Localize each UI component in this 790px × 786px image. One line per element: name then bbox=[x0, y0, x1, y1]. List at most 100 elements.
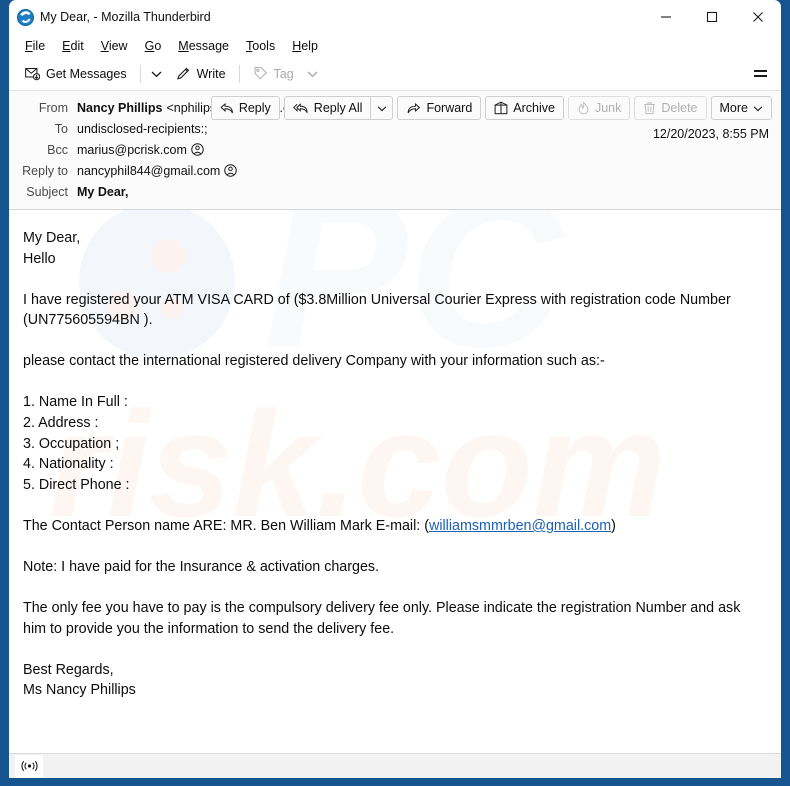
greeting-block: My Dear, Hello bbox=[23, 228, 767, 269]
get-messages-label: Get Messages bbox=[46, 66, 127, 81]
contact-circle-icon[interactable] bbox=[224, 164, 238, 177]
contact-prefix: The Contact Person name ARE: MR. Ben Wil… bbox=[23, 517, 429, 534]
note-line: Note: I have paid for the Insurance & ac… bbox=[23, 559, 380, 576]
signoff-line-1: Best Regards, bbox=[23, 661, 114, 678]
message-date: 12/20/2023, 8:55 PM bbox=[652, 127, 769, 141]
archive-label: Archive bbox=[513, 101, 555, 115]
write-label: Write bbox=[196, 66, 226, 81]
reply-icon bbox=[220, 102, 233, 113]
list-item: 5. Direct Phone : bbox=[23, 476, 130, 493]
signoff-block: Best Regards, Ms Nancy Phillips bbox=[23, 660, 767, 701]
close-icon bbox=[753, 12, 763, 22]
tag-label: Tag bbox=[273, 66, 294, 81]
tag-dropdown-button[interactable] bbox=[302, 61, 324, 86]
menu-bar: File Edit View Go Message Tools Help bbox=[9, 34, 781, 57]
header-label-to: To bbox=[54, 121, 68, 136]
forward-button[interactable]: Forward bbox=[397, 96, 482, 120]
main-toolbar: Get Messages Write Tag bbox=[9, 57, 781, 90]
menu-item-message[interactable]: Message bbox=[170, 36, 237, 56]
paragraph-1: I have registered your ATM VISA CARD of … bbox=[23, 291, 731, 329]
junk-flame-icon bbox=[578, 101, 589, 115]
message-header: From Nancy Phillips <nphilips764@gmail.c… bbox=[9, 90, 781, 210]
reply-all-button[interactable]: Reply All bbox=[283, 96, 372, 120]
menu-item-go[interactable]: Go bbox=[137, 36, 170, 56]
reply-all-dropdown-button[interactable] bbox=[371, 96, 394, 120]
toolbar-separator-1 bbox=[139, 64, 141, 83]
status-bar-fill bbox=[43, 754, 781, 778]
header-label-reply-to: Reply to bbox=[22, 163, 68, 178]
email-text-content: My Dear, Hello I have registered your AT… bbox=[23, 228, 767, 701]
title-bar: My Dear, - Mozilla Thunderbird bbox=[9, 0, 781, 34]
forward-icon bbox=[408, 102, 421, 113]
broadcast-online-icon bbox=[21, 760, 37, 772]
hamburger-menu-icon bbox=[753, 70, 767, 77]
header-label-subject: Subject bbox=[26, 184, 68, 199]
more-button[interactable]: More bbox=[710, 96, 772, 120]
header-row-subject: Subject My Dear, bbox=[9, 181, 781, 202]
thunderbird-logo-icon bbox=[17, 8, 34, 26]
reply-all-group: Reply All bbox=[283, 96, 394, 120]
more-label: More bbox=[719, 101, 748, 115]
junk-button[interactable]: Junk bbox=[567, 96, 631, 120]
signoff-line-2: Ms Nancy Phillips bbox=[23, 682, 136, 699]
contact-person-line: The Contact Person name ARE: MR. Ben Wil… bbox=[23, 516, 767, 537]
minimize-icon bbox=[661, 16, 671, 18]
greeting-line-1: My Dear, bbox=[23, 230, 81, 246]
window-title: My Dear, - Mozilla Thunderbird bbox=[40, 10, 211, 24]
reply-all-icon bbox=[292, 102, 308, 113]
bcc-text: marius@pcrisk.com bbox=[77, 142, 187, 157]
chevron-down-icon bbox=[307, 71, 318, 77]
menu-item-help[interactable]: Help bbox=[284, 36, 326, 56]
list-item: 3. Occupation ; bbox=[23, 435, 120, 452]
get-messages-button[interactable]: Get Messages bbox=[17, 61, 135, 86]
junk-label: Junk bbox=[594, 101, 622, 115]
paragraph-3: The only fee you have to pay is the comp… bbox=[23, 600, 741, 637]
get-messages-dropdown-button[interactable] bbox=[146, 61, 168, 86]
header-row-bcc: Bcc marius@pcrisk.com bbox=[9, 139, 781, 160]
contact-suffix: ) bbox=[611, 517, 616, 534]
connection-status-button[interactable] bbox=[15, 754, 43, 778]
recipient-text: undisclosed-recipients:; bbox=[77, 121, 208, 136]
reply-button[interactable]: Reply bbox=[210, 96, 280, 120]
maximize-button[interactable] bbox=[689, 0, 735, 34]
write-button[interactable]: Write bbox=[168, 61, 234, 86]
delete-button[interactable]: Delete bbox=[634, 96, 707, 120]
archive-button[interactable]: Archive bbox=[485, 96, 564, 120]
message-action-buttons: Reply Reply All Forward Archive Junk Del… bbox=[210, 96, 772, 120]
maximize-icon bbox=[706, 11, 718, 23]
header-value-reply-to[interactable]: nancyphil844@gmail.com bbox=[77, 163, 238, 178]
thunderbird-window: My Dear, - Mozilla Thunderbird File Edit… bbox=[0, 0, 790, 786]
info-request-list: 1. Name In Full : 2. Address : 3. Occupa… bbox=[23, 392, 767, 495]
header-value-bcc[interactable]: marius@pcrisk.com bbox=[77, 143, 204, 157]
menu-item-file[interactable]: File bbox=[17, 36, 53, 56]
tag-icon bbox=[254, 66, 267, 80]
chevron-down-icon bbox=[753, 105, 763, 111]
get-mail-icon bbox=[25, 68, 40, 81]
list-item: 1. Name In Full : bbox=[23, 394, 128, 411]
menu-item-view[interactable]: View bbox=[93, 36, 136, 56]
reply-to-text: nancyphil844@gmail.com bbox=[77, 163, 221, 178]
toolbar-separator-2 bbox=[238, 64, 240, 83]
archive-box-icon bbox=[494, 101, 508, 115]
window-controls bbox=[643, 0, 781, 34]
app-menu-button[interactable] bbox=[745, 61, 775, 87]
close-button[interactable] bbox=[735, 0, 781, 34]
paragraph-2: please contact the international registe… bbox=[23, 353, 605, 370]
status-bar bbox=[9, 753, 781, 778]
header-value-subject: My Dear, bbox=[77, 184, 129, 199]
tag-button[interactable]: Tag bbox=[245, 61, 302, 86]
contact-circle-icon[interactable] bbox=[191, 143, 204, 156]
trash-icon bbox=[644, 102, 656, 115]
sender-name: Nancy Phillips bbox=[77, 100, 163, 115]
reply-label: Reply bbox=[238, 101, 271, 115]
minimize-button[interactable] bbox=[643, 0, 689, 34]
forward-label: Forward bbox=[426, 101, 473, 115]
menu-item-edit[interactable]: Edit bbox=[54, 36, 92, 56]
menu-item-tools[interactable]: Tools bbox=[238, 36, 283, 56]
message-body: PC risk.com My Dear, Hello I have regist… bbox=[9, 210, 781, 753]
header-value-to[interactable]: undisclosed-recipients:; bbox=[77, 122, 208, 136]
contact-email-link[interactable]: williamsmmrben@gmail.com bbox=[429, 518, 611, 534]
client-area: File Edit View Go Message Tools Help Get… bbox=[9, 34, 781, 778]
pencil-icon bbox=[176, 67, 189, 80]
header-label-from: From bbox=[38, 100, 68, 115]
